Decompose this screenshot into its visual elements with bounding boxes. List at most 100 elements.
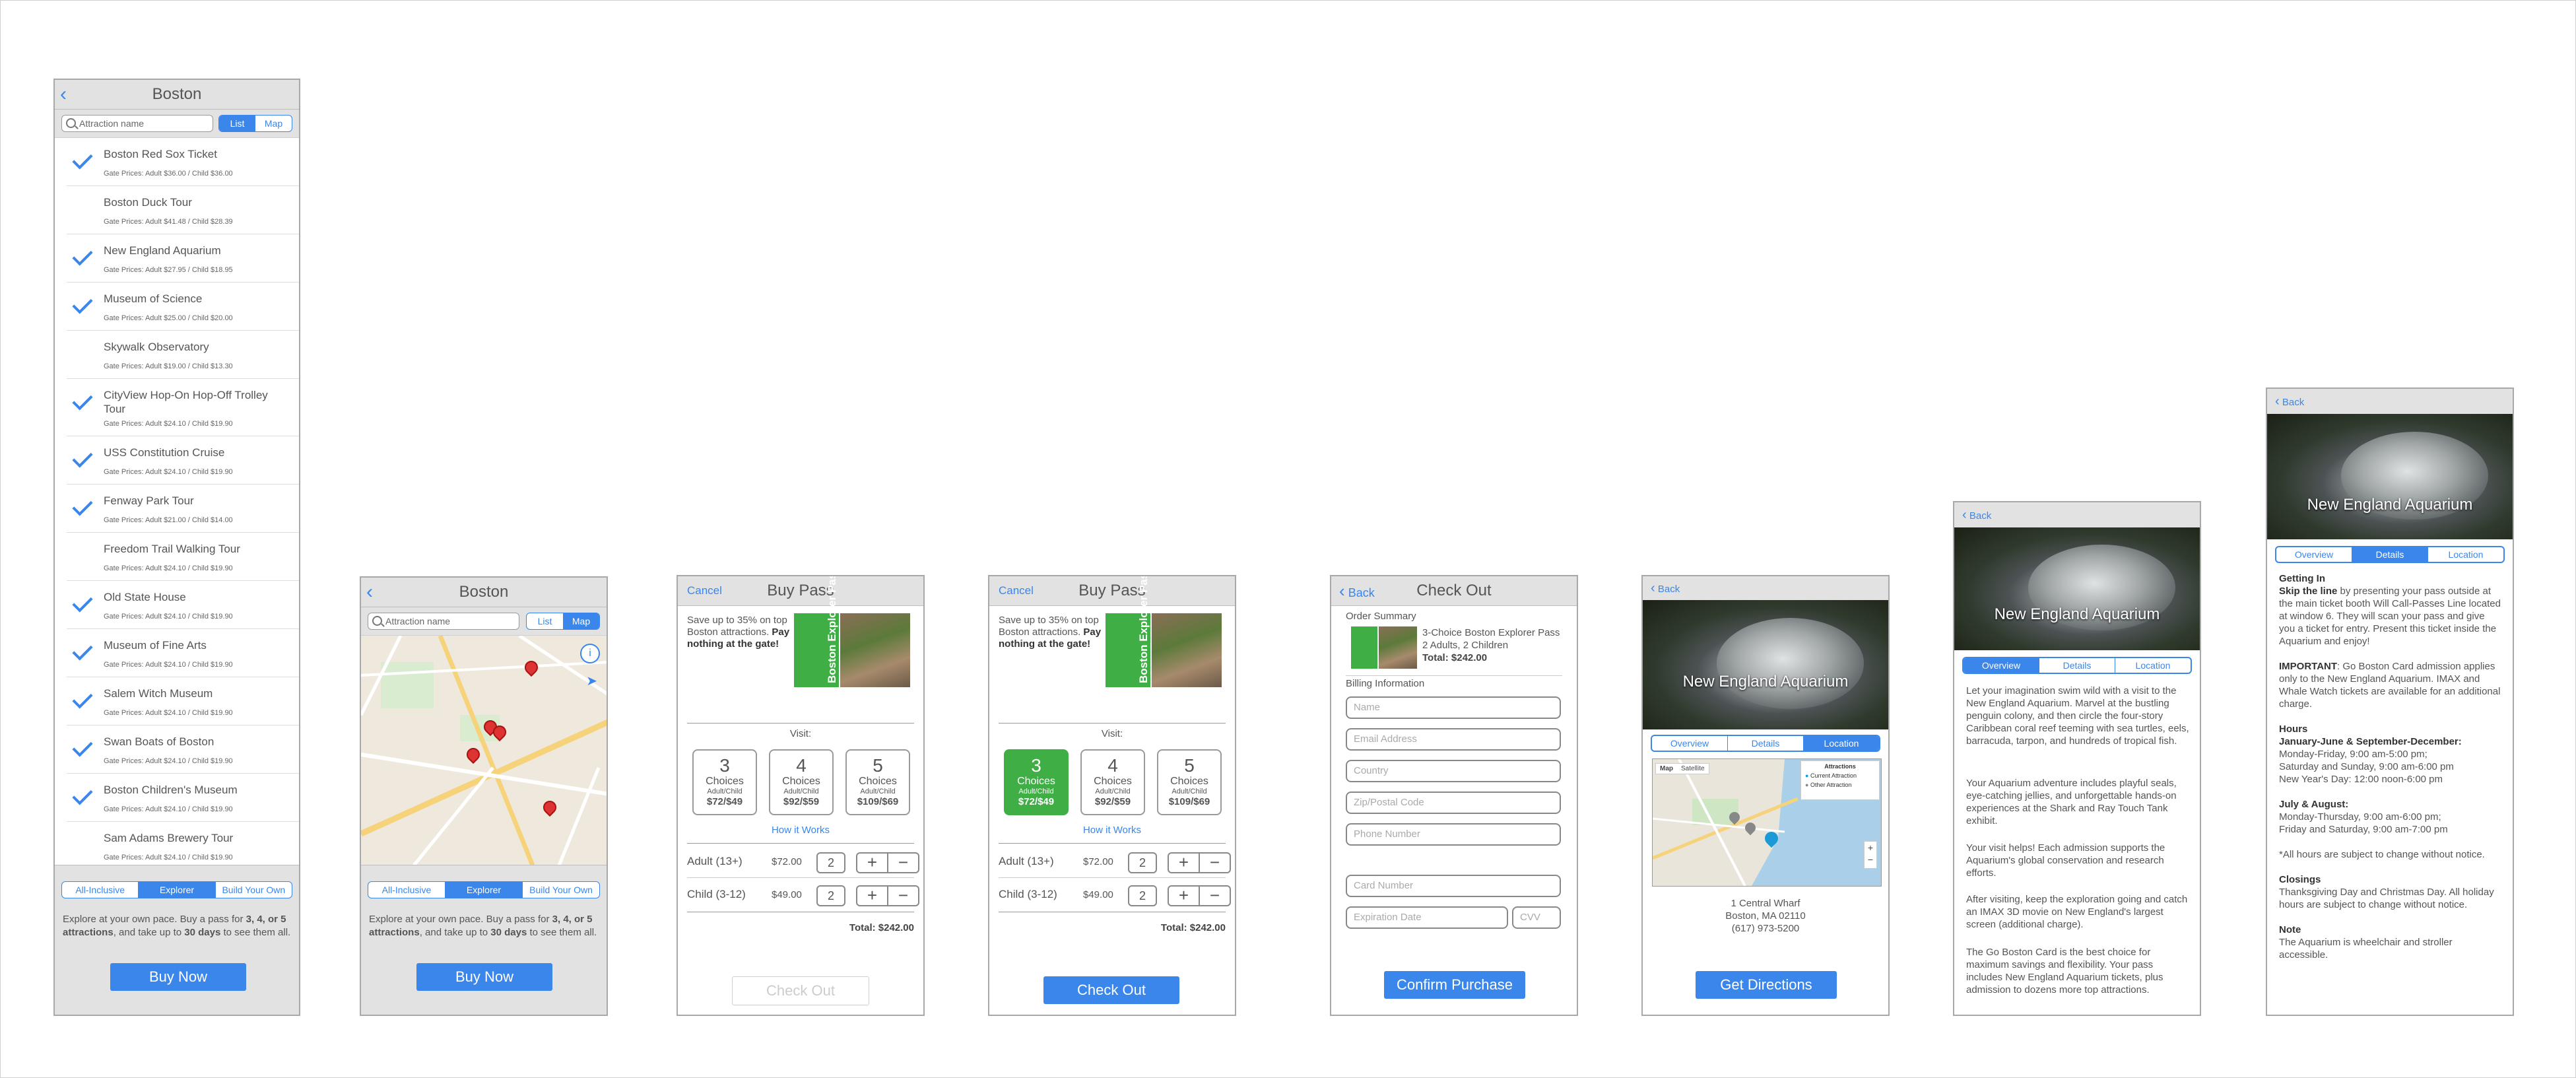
name-field[interactable]: Name	[1346, 696, 1561, 719]
gate-price: Gate Prices: Adult $24.10 / Child $19.90	[104, 854, 233, 861]
tab-location[interactable]: Location	[1803, 736, 1879, 751]
gate-price: Gate Prices: Adult $24.10 / Child $19.90	[104, 805, 233, 813]
satellite-tab[interactable]: Satellite	[1677, 764, 1709, 774]
minus-icon[interactable]: −	[888, 854, 918, 872]
hero-image: New England Aquarium	[2267, 414, 2513, 539]
toggle-map[interactable]: Map	[563, 613, 599, 629]
choice-5-option[interactable]: 5 Choices Adult/Child $109/$69	[845, 749, 910, 815]
pass-thumbnail	[1351, 626, 1417, 669]
hero-image: New England Aquarium	[1954, 527, 2200, 650]
get-directions-button[interactable]: Get Directions	[1696, 971, 1837, 999]
attraction-map[interactable]: i ➤	[361, 636, 607, 865]
choice-3-option[interactable]: 3 Choices Adult/Child $72/$49	[692, 749, 757, 815]
tab-overview[interactable]: Overview	[1652, 736, 1727, 751]
tab-overview[interactable]: Overview	[2276, 547, 2352, 562]
list-item[interactable]: Old State House Gate Prices: Adult $24.10…	[67, 581, 299, 629]
list-item[interactable]: Swan Boats of Boston Gate Prices: Adult $…	[67, 725, 299, 774]
map-tab[interactable]: Map	[1656, 764, 1677, 774]
screen-checkout: ‹ Back Check Out Order Summary 3-Choice …	[1330, 575, 1578, 1016]
tab-overview[interactable]: Overview	[1964, 658, 2039, 673]
child-quantity[interactable]: 2	[816, 885, 845, 906]
back-button[interactable]: ‹ Back	[1962, 502, 1991, 529]
tab-explorer[interactable]: Explorer	[138, 882, 215, 898]
tab-build-your-own[interactable]: Build Your Own	[522, 882, 599, 898]
country-field[interactable]: Country	[1346, 760, 1561, 782]
zip-field[interactable]: Zip/Postal Code	[1346, 792, 1561, 814]
minus-icon[interactable]: −	[1200, 854, 1230, 872]
location-map[interactable]: Map Satellite Attractions ● Current Attr…	[1652, 758, 1882, 887]
cvv-field[interactable]: CVV	[1512, 906, 1561, 929]
info-icon[interactable]: i	[580, 644, 600, 663]
list-item[interactable]: New England Aquarium Gate Prices: Adult $…	[67, 234, 299, 283]
zoom-control[interactable]: + −	[1864, 841, 1877, 869]
buy-now-button[interactable]: Buy Now	[416, 963, 552, 991]
list-item[interactable]: USS Constitution Cruise Gate Prices: Adul…	[67, 436, 299, 485]
plus-icon[interactable]: +	[1169, 887, 1200, 905]
adult-quantity[interactable]: 2	[1128, 852, 1157, 873]
adult-quantity[interactable]: 2	[816, 852, 845, 873]
email-field[interactable]: Email Address	[1346, 728, 1561, 751]
toggle-list[interactable]: List	[527, 613, 563, 629]
minus-icon[interactable]: −	[1200, 887, 1230, 905]
buy-now-button[interactable]: Buy Now	[110, 963, 246, 991]
attraction-name: Sam Adams Brewery Tour	[104, 832, 234, 844]
plus-icon[interactable]: +	[857, 854, 888, 872]
checkmark-icon	[72, 245, 93, 266]
attraction-name: USS Constitution Cruise	[104, 446, 225, 459]
choice-4-option[interactable]: 4 Choices Adult/Child $92/$59	[1080, 749, 1145, 815]
list-item[interactable]: Museum of Fine Arts Gate Prices: Adult $2…	[67, 629, 299, 677]
tab-details[interactable]: Details	[1727, 736, 1803, 751]
confirm-purchase-button[interactable]: Confirm Purchase	[1384, 971, 1525, 999]
how-it-works-link[interactable]: How it Works	[989, 825, 1235, 836]
expiration-field[interactable]: Expiration Date	[1346, 906, 1508, 929]
child-stepper[interactable]: + −	[856, 885, 919, 906]
tab-all-inclusive[interactable]: All-Inclusive	[62, 882, 138, 898]
list-item[interactable]: Museum of Science Gate Prices: Adult $25.…	[67, 283, 299, 331]
minus-icon[interactable]: −	[888, 887, 918, 905]
tab-details[interactable]: Details	[2352, 547, 2427, 562]
choice-3-option[interactable]: 3 Choices Adult/Child $72/$49	[1004, 749, 1069, 815]
tab-location[interactable]: Location	[2427, 547, 2503, 562]
list-item[interactable]: Salem Witch Museum Gate Prices: Adult $24…	[67, 677, 299, 725]
search-input[interactable]: Attraction name	[368, 613, 519, 630]
gate-price: Gate Prices: Adult $25.00 / Child $20.00	[104, 314, 233, 322]
header: Cancel Buy Pass	[678, 576, 923, 606]
list-item[interactable]: Freedom Trail Walking Tour Gate Prices: A…	[67, 533, 299, 581]
list-item[interactable]: Boston Children's Museum Gate Prices: Adu…	[67, 774, 299, 822]
search-input[interactable]: Attraction name	[61, 115, 213, 132]
gate-price: Gate Prices: Adult $24.10 / Child $19.90	[104, 468, 233, 476]
list-item[interactable]: Sam Adams Brewery Tour Gate Prices: Adult…	[67, 822, 299, 870]
checkout-button-disabled[interactable]: Check Out	[732, 976, 869, 1005]
toggle-list[interactable]: List	[219, 116, 255, 131]
list-item[interactable]: Skywalk Observatory Gate Prices: Adult $1…	[67, 331, 299, 379]
plus-icon[interactable]: +	[1169, 854, 1200, 872]
adult-stepper[interactable]: + −	[856, 852, 919, 873]
screen-overview: ‹ Back New England Aquarium Overview Det…	[1953, 501, 2201, 1016]
tab-all-inclusive[interactable]: All-Inclusive	[368, 882, 445, 898]
tab-location[interactable]: Location	[2115, 658, 2191, 673]
back-button[interactable]: ‹ Back	[1651, 576, 1680, 601]
phone-field[interactable]: Phone Number	[1346, 823, 1561, 846]
plus-icon[interactable]: +	[857, 887, 888, 905]
back-button[interactable]: ‹ Back	[2275, 389, 2304, 415]
tab-explorer[interactable]: Explorer	[445, 882, 522, 898]
locate-icon[interactable]: ➤	[586, 673, 597, 689]
choice-4-option[interactable]: 4 Choices Adult/Child $92/$59	[769, 749, 834, 815]
search-placeholder: Attraction name	[385, 616, 451, 626]
adult-stepper[interactable]: + −	[1168, 852, 1231, 873]
search-placeholder: Attraction name	[79, 118, 145, 129]
how-it-works-link[interactable]: How it Works	[678, 825, 923, 836]
choice-5-option[interactable]: 5 Choices Adult/Child $109/$69	[1157, 749, 1222, 815]
toggle-map[interactable]: Map	[255, 116, 292, 131]
checkout-button[interactable]: Check Out	[1043, 976, 1179, 1004]
child-quantity[interactable]: 2	[1128, 885, 1157, 906]
list-item[interactable]: CityView Hop-On Hop-Off Trolley Tour Gate…	[67, 379, 299, 436]
child-stepper[interactable]: + −	[1168, 885, 1231, 906]
list-item[interactable]: Boston Duck Tour Gate Prices: Adult $41.4…	[67, 186, 299, 234]
card-number-field[interactable]: Card Number	[1346, 875, 1561, 897]
tab-build-your-own[interactable]: Build Your Own	[215, 882, 292, 898]
gate-price: Gate Prices: Adult $24.10 / Child $19.90	[104, 420, 233, 428]
list-item[interactable]: Fenway Park Tour Gate Prices: Adult $21.0…	[67, 485, 299, 533]
list-item[interactable]: Boston Red Sox Ticket Gate Prices: Adult …	[67, 138, 299, 186]
tab-details[interactable]: Details	[2039, 658, 2115, 673]
